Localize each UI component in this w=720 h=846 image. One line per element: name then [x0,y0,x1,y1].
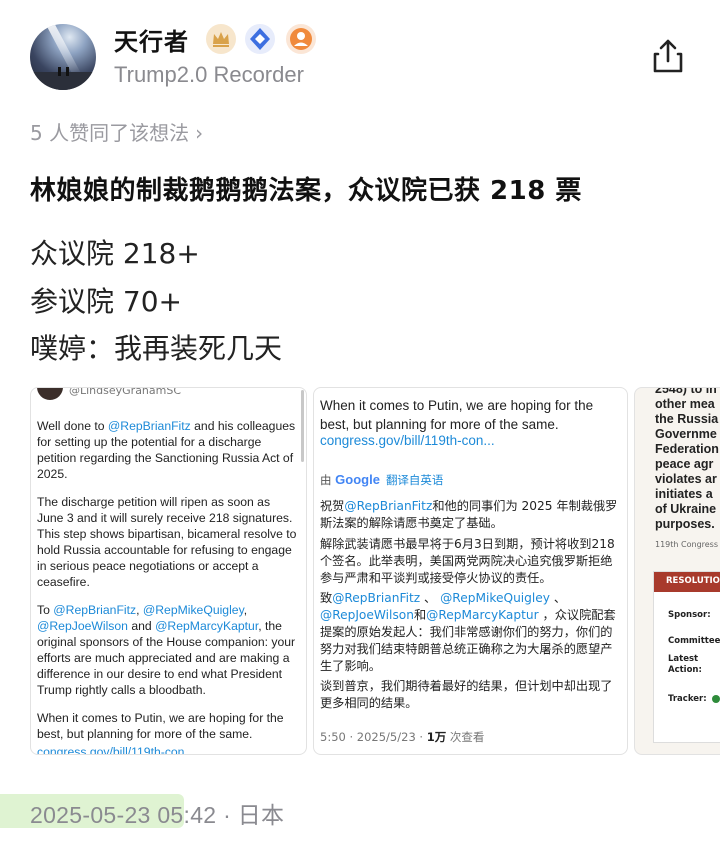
bill-text: 2548) to in other mea the Russia Governm… [655,387,719,531]
tweet-english-text: When it comes to Putin, we are hoping fo… [320,398,594,432]
post-timestamp: 2025-05-23 05:42 · 日本 [30,802,285,828]
bill-info-panel: RESOLUTION Sponsor: Committees: Latest A… [653,571,720,743]
tweet-meta: 5:50 · 2025/5/23 · 1万 次查看 [320,730,485,744]
mention-link: @RepBrianFitz [53,603,137,617]
resolution-header: RESOLUTION [654,572,720,592]
tweet-body: Well done to @RepBrianFitz and his colle… [37,418,299,755]
scrollbar [301,390,304,462]
sponsor-label: Sponsor: [668,610,711,620]
congress-screenshot[interactable]: 2548) to in other mea the Russia Governm… [634,387,720,755]
translation-p1: 祝贺@RepBrianFitz和他的同事们为 2025 年制裁俄罗斯法案的解除请… [320,499,618,530]
translation-p4: 谈到普京，我们期待着最好的结果，但计划中却出现了更多相同的结果。 [320,679,613,710]
post-line: 噗婷：我再装死几天 [30,332,283,365]
bill-link: congress.gov/bill/119th-con [37,745,185,755]
likes-text: 5 人赞同了该想法 [30,121,190,145]
google-logo: Google [335,472,380,487]
chevron-right-icon: › [195,121,204,145]
congress-label: 119th Congress (2 [655,540,720,549]
mention-link: @RepMikeQuigley [142,603,244,617]
post-title: 林娘娘的制裁鹅鹅鹅法案，众议院已获 218 票 [30,176,582,206]
diamond-badge-icon[interactable] [245,24,275,54]
author-name[interactable]: 天行者 [114,22,189,57]
post-line: 参议院 70+ [30,285,182,318]
person-badge-icon[interactable] [286,24,316,54]
mention-link: @RepJoeWilson [37,619,128,633]
bill-link[interactable]: congress.gov/bill/119th-con... [320,433,495,448]
tracker-row: Tracker: [668,694,720,705]
tweet-screenshot-en[interactable]: @LindseyGrahamSC Well done to @RepBrianF… [30,387,307,755]
translation-p3: 致@RepBrianFitz 、 @RepMikeQuigley 、@RepJo… [320,591,616,673]
author-avatar[interactable] [30,24,96,90]
translation-credit: 由 Google 翻译自英语 [320,472,444,487]
translate-link: 翻译自英语 [385,473,444,487]
post-line: 众议院 218+ [30,237,200,270]
author-subtitle: Trump2.0 Recorder [114,62,304,87]
crown-badge-icon[interactable] [206,24,236,54]
tracker-status-icon [711,694,720,703]
share-icon[interactable] [648,36,688,76]
committees-label: Committees: [668,636,720,646]
mention-link: @RepMarcyKaptur [155,619,259,633]
tweet-screenshot-translated[interactable]: When it comes to Putin, we are hoping fo… [313,387,628,755]
mention-link: @RepBrianFitz [107,419,191,433]
latest-action-label: Latest Action: [668,654,702,675]
likes-link[interactable]: 5 人赞同了该想法 › [30,117,203,146]
tweet-avatar [37,388,63,400]
tweet-handle: @LindseyGrahamSC [69,387,182,397]
translation-p2: 解除武装请愿书最早将于6月3日到期，预计将收到218个签名。此举表明，美国两党两… [320,537,615,585]
